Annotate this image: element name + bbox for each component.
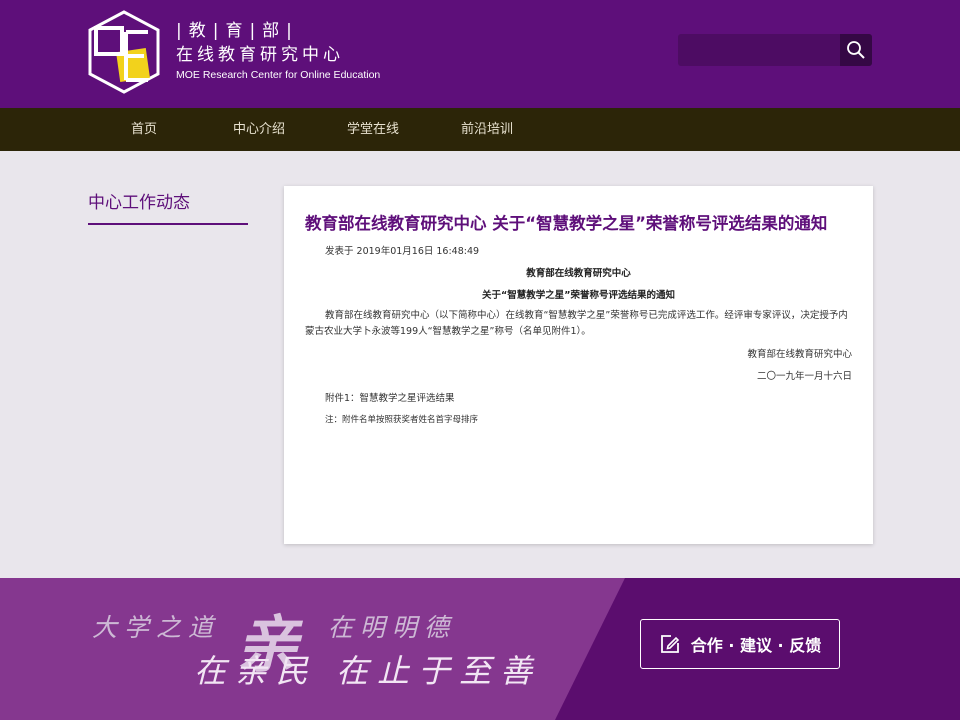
article-title: 教育部在线教育研究中心 关于“智慧教学之星”荣誉称号评选结果的通知 <box>305 214 828 233</box>
logo-center-name: 在线教育研究中心 <box>176 45 344 65</box>
feedback-button[interactable]: 合作 · 建议 · 反馈 <box>640 619 840 669</box>
logo-text: |教|育|部| 在线教育研究中心 MOE Research Center for… <box>176 20 380 82</box>
nav-item-xuetang[interactable]: 学堂在线 <box>347 108 399 151</box>
search-input[interactable] <box>678 34 840 66</box>
article-body: 教育部在线教育研究中心（以下简称中心）在线教育“智慧教学之星”荣誉称号已完成评选… <box>305 310 848 337</box>
article-signature: 教育部在线教育研究中心 <box>747 349 852 360</box>
search-button[interactable] <box>840 34 872 66</box>
nav-item-home[interactable]: 首页 <box>131 108 157 151</box>
article-date: 发表于 2019年01月16日 16:48:49 <box>325 246 480 257</box>
main-nav: 首页 中心介绍 学堂在线 前沿培训 <box>0 108 960 151</box>
logo-ministry-name: |教|育|部| <box>176 21 299 41</box>
logo-english-name: MOE Research Center for Online Education <box>176 69 381 81</box>
slogan-line1-b: 在明明德 <box>327 613 456 642</box>
sidebar-divider <box>88 223 248 225</box>
article-org-heading: 教育部在线教育研究中心 <box>526 268 631 279</box>
nav-item-training[interactable]: 前沿培训 <box>461 108 513 151</box>
article-attachment-link[interactable]: 附件1：智慧教学之星评选结果 <box>325 390 455 404</box>
article-note: 注：附件名单按照获奖者姓名首字母排序 <box>325 415 479 425</box>
edit-icon <box>660 635 679 653</box>
article-sign-date: 二〇一九年一月十六日 <box>756 371 852 382</box>
feedback-label: 合作 · 建议 · 反馈 <box>690 636 822 655</box>
site-footer: 大学之道 在明明德 亲 在亲民 在止于至善 合作 · 建议 · 反馈 <box>0 578 960 720</box>
nav-item-about[interactable]: 中心介绍 <box>233 108 285 151</box>
sidebar-title[interactable]: 中心工作动态 <box>88 188 190 213</box>
article-card: 教育部在线教育研究中心 关于“智慧教学之星”荣誉称号评选结果的通知 发表于 20… <box>284 186 873 544</box>
search-box <box>678 34 872 66</box>
site-header: |教|育|部| 在线教育研究中心 MOE Research Center for… <box>0 0 960 108</box>
article-subtitle: 关于“智慧教学之星”荣誉称号评选结果的通知 <box>482 290 675 301</box>
slogan-line1-a: 大学之道 <box>92 613 221 642</box>
slogan-line2: 在亲民 在止于至善 <box>194 652 542 690</box>
moe-logo-icon[interactable] <box>88 10 160 94</box>
search-icon <box>847 41 865 59</box>
